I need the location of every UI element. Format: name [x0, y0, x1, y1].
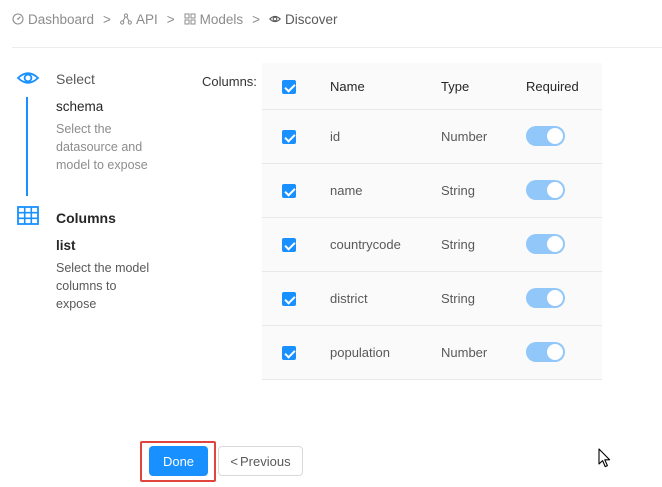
table-icon — [17, 206, 39, 225]
columns-table: Name Type Required id Number name String… — [262, 63, 602, 380]
step-description: Select the datasource and model to expos… — [56, 122, 148, 172]
breadcrumb-label: Dashboard — [28, 11, 95, 27]
select-all-checkbox[interactable] — [282, 80, 296, 94]
required-toggle[interactable] — [526, 234, 565, 254]
cell-type: String — [441, 183, 475, 198]
done-button[interactable]: Done — [149, 446, 208, 476]
eye-icon — [16, 72, 40, 84]
table-row: district String — [262, 272, 602, 326]
step-title: Columns — [56, 210, 116, 226]
step-description: Select the model columns to expose — [56, 261, 150, 311]
required-toggle[interactable] — [526, 126, 565, 146]
cell-name: district — [330, 291, 368, 306]
previous-button-label: Previous — [240, 453, 291, 469]
breadcrumb-item-dashboard[interactable]: Dashboard — [12, 12, 94, 27]
breadcrumb: Dashboard > API > Models > Discover — [12, 10, 338, 28]
step-title: Select — [56, 71, 95, 87]
table-row: population Number — [262, 326, 602, 380]
cell-type: String — [441, 237, 475, 252]
chevron-left-icon: < — [230, 453, 238, 469]
table-row: name String — [262, 164, 602, 218]
cell-name: countrycode — [330, 237, 401, 252]
step-connector — [26, 97, 28, 196]
breadcrumb-item-api[interactable]: API — [120, 12, 158, 27]
dashboard-icon — [12, 13, 24, 25]
cell-name: id — [330, 129, 341, 144]
column-header-required[interactable]: Required — [526, 79, 579, 94]
breadcrumb-label: Models — [199, 11, 244, 27]
models-icon — [184, 13, 196, 25]
row-checkbox[interactable] — [282, 238, 296, 252]
cell-name: name — [330, 183, 363, 198]
breadcrumb-label: API — [135, 11, 158, 27]
breadcrumb-separator: > — [166, 11, 175, 27]
row-checkbox[interactable] — [282, 184, 296, 198]
breadcrumb-separator: > — [252, 11, 261, 27]
cell-type: Number — [441, 129, 488, 144]
table-row: id Number — [262, 110, 602, 164]
required-toggle[interactable] — [526, 288, 565, 308]
api-icon — [120, 13, 132, 25]
breadcrumb-label: Discover — [285, 11, 338, 27]
row-checkbox[interactable] — [282, 292, 296, 306]
columns-label: Columns: — [202, 74, 257, 89]
breadcrumb-item-discover: Discover — [269, 12, 338, 27]
breadcrumb-separator: > — [103, 11, 111, 27]
cell-type: String — [441, 291, 475, 306]
column-header-name[interactable]: Name — [330, 79, 365, 94]
row-checkbox[interactable] — [282, 130, 296, 144]
column-header-type[interactable]: Type — [441, 79, 469, 94]
step-subtitle: list — [56, 238, 76, 253]
required-toggle[interactable] — [526, 180, 565, 200]
cell-name: population — [330, 345, 390, 360]
step-subtitle: schema — [56, 99, 104, 114]
table-row: countrycode String — [262, 218, 602, 272]
previous-button[interactable]: < Previous — [218, 446, 303, 476]
breadcrumb-item-models[interactable]: Models — [184, 11, 244, 27]
table-header-row: Name Type Required — [262, 63, 602, 110]
required-toggle[interactable] — [526, 342, 565, 362]
header-divider — [12, 47, 662, 48]
cell-type: Number — [441, 345, 488, 360]
row-checkbox[interactable] — [282, 346, 296, 360]
eye-icon — [269, 15, 281, 23]
mouse-cursor-icon — [598, 448, 611, 468]
